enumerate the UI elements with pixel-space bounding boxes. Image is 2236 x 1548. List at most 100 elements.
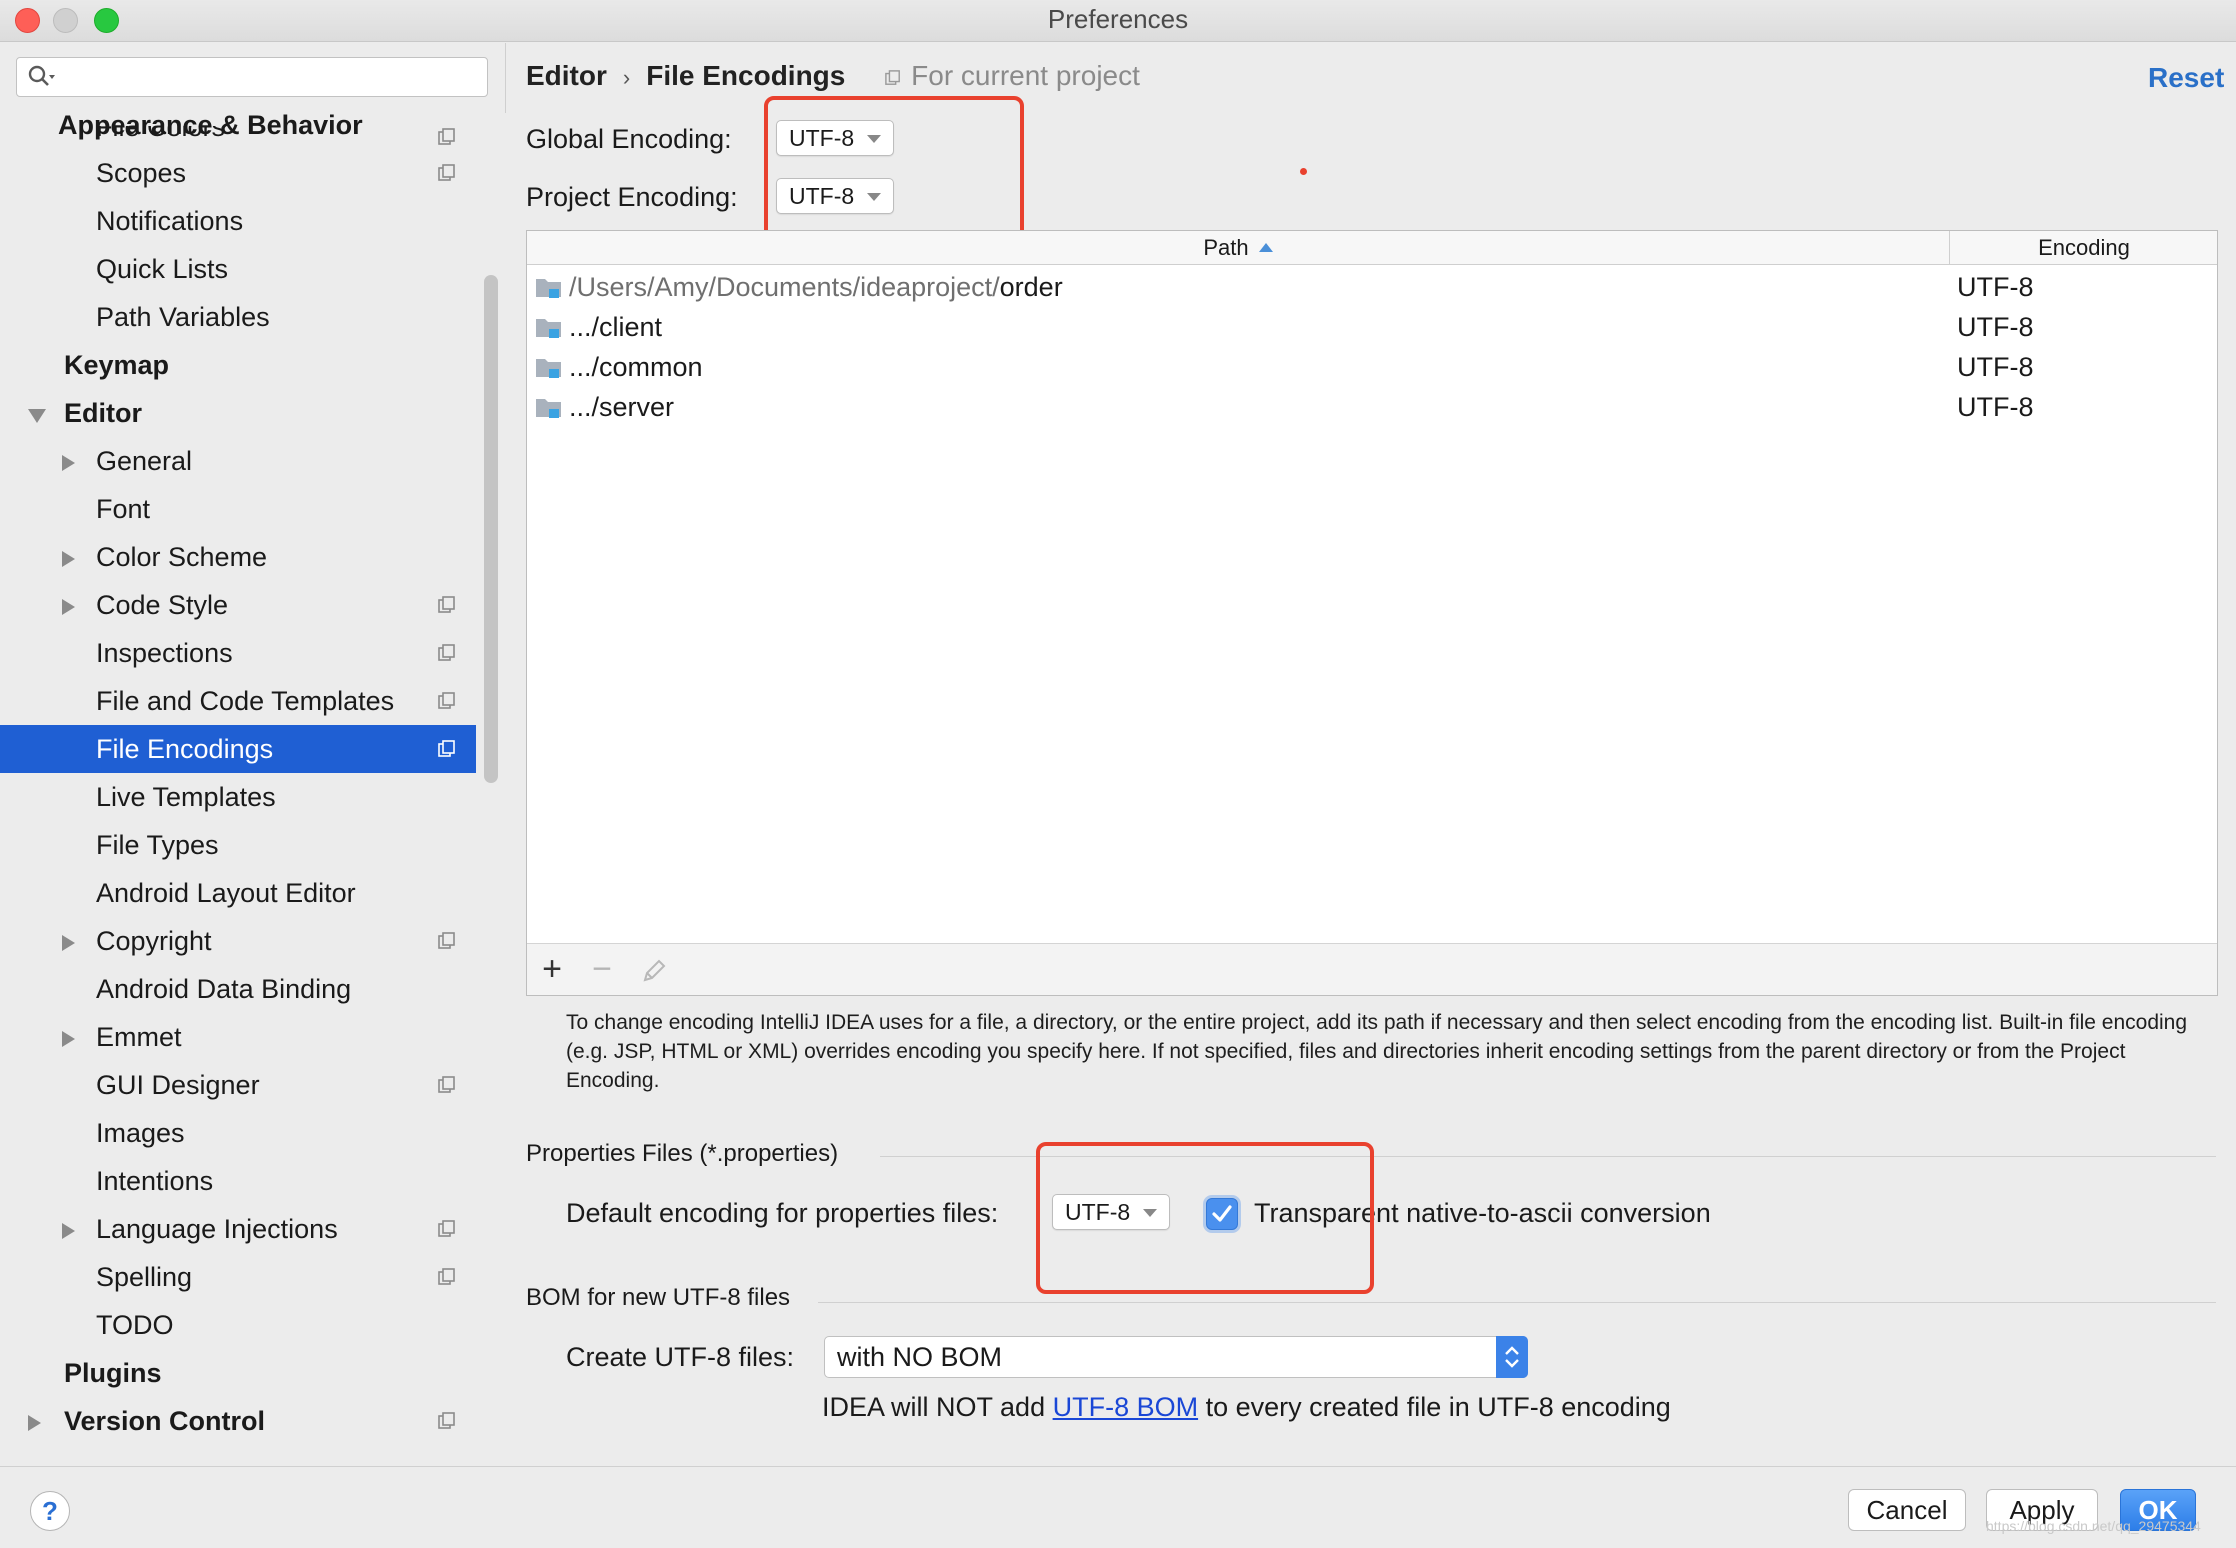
settings-search-input[interactable] — [16, 57, 488, 97]
breadcrumb-current: File Encodings — [646, 60, 846, 91]
bom-section-title: BOM for new UTF-8 files — [526, 1284, 791, 1311]
collapsed-arrow-icon[interactable] — [62, 1223, 75, 1239]
reset-link[interactable]: Reset — [2148, 62, 2224, 94]
collapsed-arrow-icon[interactable] — [62, 599, 75, 615]
tree-item-path-variables[interactable]: Path Variables — [0, 293, 476, 341]
tree-item-font[interactable]: Font — [0, 485, 476, 533]
tree-item-images[interactable]: Images — [0, 1109, 476, 1157]
project-scope-icon — [438, 164, 455, 181]
up-down-chevron-icon — [1505, 1346, 1519, 1368]
scope-note: For current project — [885, 60, 1140, 91]
path-cell: /Users/Amy/Documents/ideaproject/order — [569, 272, 1063, 302]
path-cell: .../client — [569, 312, 663, 342]
collapsed-arrow-icon[interactable] — [62, 935, 75, 951]
breadcrumb-separator: › — [622, 65, 631, 90]
tree-item-quick-lists[interactable]: Quick Lists — [0, 245, 476, 293]
column-header-path[interactable]: Path — [527, 231, 1950, 265]
global-encoding-label: Global Encoding: — [526, 124, 732, 154]
table-row[interactable]: .../client UTF-8 — [527, 307, 2217, 347]
tree-item-notifications[interactable]: Notifications — [0, 197, 476, 245]
module-folder-icon — [536, 319, 561, 338]
table-row[interactable]: .../common UTF-8 — [527, 347, 2217, 387]
cancel-button[interactable]: Cancel — [1848, 1489, 1966, 1531]
module-folder-icon — [536, 279, 561, 298]
tree-item-editor[interactable]: Editor — [0, 389, 476, 437]
tree-item-file-and-code-templates[interactable]: File and Code Templates — [0, 677, 476, 725]
annotation-dot — [1300, 168, 1307, 175]
project-encoding-label: Project Encoding: — [526, 182, 738, 212]
project-scope-icon — [438, 740, 455, 757]
tree-item-todo[interactable]: TODO — [0, 1301, 476, 1349]
create-utf8-files-value: with NO BOM — [837, 1342, 1003, 1372]
settings-tree: Appearance & Behavior File Colors Scopes… — [0, 113, 476, 1513]
remove-path-button[interactable]: − — [585, 952, 619, 986]
tree-item-spelling[interactable]: Spelling — [0, 1253, 476, 1301]
collapsed-arrow-icon[interactable] — [62, 1031, 75, 1047]
create-utf8-files-label: Create UTF-8 files: — [566, 1342, 795, 1372]
collapsed-arrow-icon[interactable] — [62, 455, 75, 471]
project-scope-icon — [438, 932, 455, 949]
column-header-encoding[interactable]: Encoding — [1951, 231, 2217, 265]
collapsed-arrow-icon[interactable] — [62, 551, 75, 567]
expanded-arrow-icon[interactable] — [28, 409, 46, 423]
collapsed-arrow-icon[interactable] — [28, 1415, 41, 1431]
dropdown-stepper[interactable] — [1496, 1336, 1528, 1378]
path-cell: .../common — [569, 352, 703, 382]
encoding-help-text: To change encoding IntelliJ IDEA uses fo… — [566, 1011, 2188, 1092]
tree-item-version-control[interactable]: Version Control — [0, 1397, 476, 1445]
breadcrumb-parent[interactable]: Editor — [526, 60, 607, 91]
tree-item-intentions[interactable]: Intentions — [0, 1157, 476, 1205]
create-utf8-files-combo[interactable]: with NO BOM — [824, 1336, 1528, 1378]
properties-section-title: Properties Files (*.properties) — [526, 1140, 839, 1167]
encoding-cell[interactable]: UTF-8 — [1957, 267, 2034, 307]
table-row[interactable]: /Users/Amy/Documents/ideaproject/order U… — [527, 267, 2217, 307]
bom-note: IDEA will NOT add UTF-8 BOM to every cre… — [822, 1392, 1671, 1422]
section-divider — [818, 1302, 2216, 1303]
breadcrumb: Editor › File Encodings For current projec… — [526, 60, 1140, 92]
tree-item-live-templates[interactable]: Live Templates — [0, 773, 476, 821]
settings-sidebar: Appearance & Behavior File Colors Scopes… — [0, 43, 506, 1509]
project-scope-icon — [438, 1268, 455, 1285]
dialog-button-bar: ? Cancel Apply OK — [0, 1466, 2236, 1548]
sort-ascending-icon — [1258, 243, 1273, 252]
project-scope-icon — [438, 596, 455, 613]
scope-note-text: For current project — [911, 60, 1140, 91]
edit-pencil-icon[interactable] — [641, 958, 667, 984]
watermark-text: https://blog.csdn.net/qq_29475344 — [1986, 1518, 2201, 1534]
path-cell: .../server — [569, 392, 675, 422]
project-scope-icon — [438, 128, 455, 145]
project-scope-icon — [438, 1220, 455, 1237]
tree-item-general[interactable]: General — [0, 437, 476, 485]
tree-item-android-layout-editor[interactable]: Android Layout Editor — [0, 869, 476, 917]
tree-item-file-encodings[interactable]: File Encodings — [0, 725, 476, 773]
project-scope-icon — [438, 1412, 455, 1429]
table-row[interactable]: .../server UTF-8 — [527, 387, 2217, 427]
tree-item-emmet[interactable]: Emmet — [0, 1013, 476, 1061]
path-encoding-table: Path Encoding /Users/Amy/Documents/ideap… — [526, 230, 2218, 996]
tree-item-copyright[interactable]: Copyright — [0, 917, 476, 965]
tree-item-gui-designer[interactable]: GUI Designer — [0, 1061, 476, 1109]
tree-item-code-style[interactable]: Code Style — [0, 581, 476, 629]
title-bar: Preferences — [0, 0, 2236, 42]
tree-item-scopes[interactable]: Scopes — [0, 149, 476, 197]
tree-item-file-types[interactable]: File Types — [0, 821, 476, 869]
tree-item-language-injections[interactable]: Language Injections — [0, 1205, 476, 1253]
properties-default-encoding-label: Default encoding for properties files: — [566, 1198, 999, 1228]
highlight-annotation-properties — [1036, 1142, 1374, 1294]
tree-item-color-scheme[interactable]: Color Scheme — [0, 533, 476, 581]
tree-item-keymap[interactable]: Keymap — [0, 341, 476, 389]
encoding-cell[interactable]: UTF-8 — [1957, 387, 2034, 427]
add-path-button[interactable]: + — [535, 952, 569, 986]
table-toolbar: + − — [527, 943, 2217, 995]
search-icon — [28, 65, 55, 86]
encoding-cell[interactable]: UTF-8 — [1957, 347, 2034, 387]
project-scope-icon — [438, 692, 455, 709]
encoding-cell[interactable]: UTF-8 — [1957, 307, 2034, 347]
sidebar-scrollbar-thumb[interactable] — [484, 275, 498, 783]
tree-item-inspections[interactable]: Inspections — [0, 629, 476, 677]
help-button[interactable]: ? — [30, 1491, 70, 1531]
tree-item-android-data-binding[interactable]: Android Data Binding — [0, 965, 476, 1013]
tree-item-plugins[interactable]: Plugins — [0, 1349, 476, 1397]
project-scope-icon — [885, 70, 901, 85]
utf8-bom-link[interactable]: UTF-8 BOM — [1053, 1392, 1199, 1422]
